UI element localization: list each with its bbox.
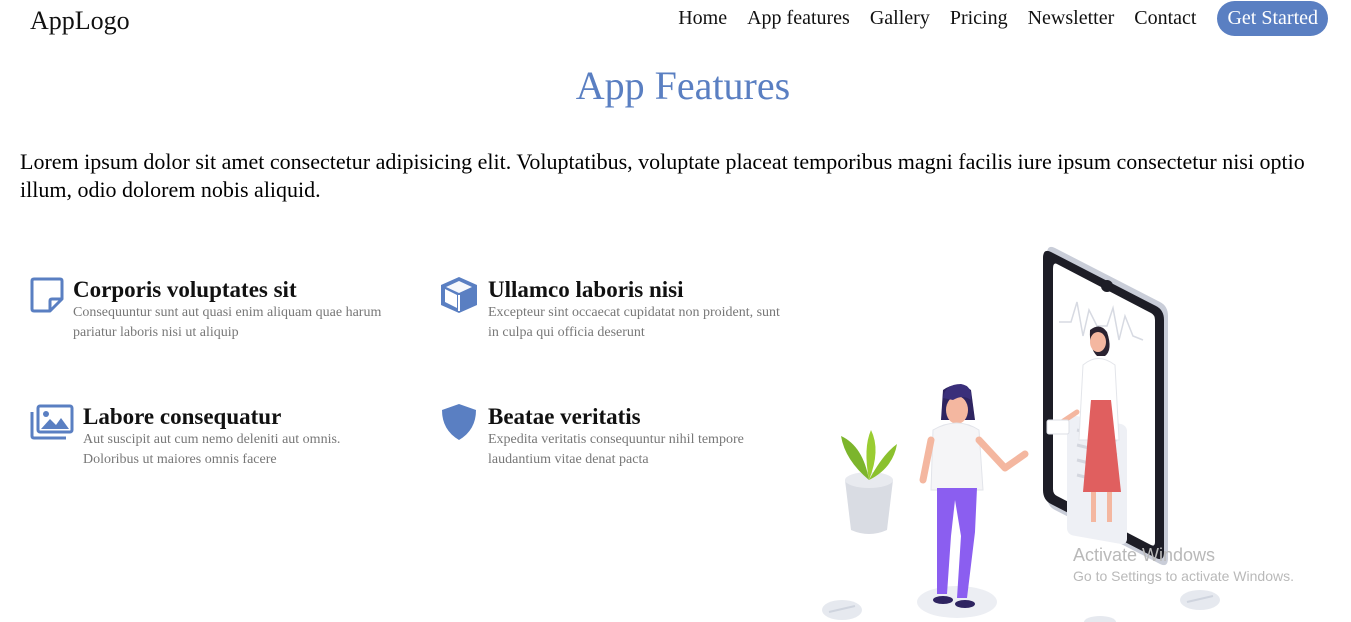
nav-app-features[interactable]: App features [747, 7, 850, 30]
feature-description: Consequuntur sunt aut quasi enim aliquam… [73, 305, 382, 340]
cube-icon [439, 275, 479, 320]
main-nav: Home App features Gallery Pricing Newsle… [678, 1, 1328, 36]
feature-title: Corporis voluptates sit [73, 277, 297, 302]
nav-contact[interactable]: Contact [1134, 7, 1196, 30]
header: AppLogo Home App features Gallery Pricin… [0, 0, 1351, 44]
nav-gallery[interactable]: Gallery [870, 7, 930, 30]
nav-newsletter[interactable]: Newsletter [1028, 7, 1115, 30]
phone-graphic [1043, 246, 1168, 566]
logo[interactable]: AppLogo [30, 6, 130, 36]
shield-icon [440, 402, 478, 447]
windows-activation-watermark: Activate Windows Go to Settings to activ… [1073, 545, 1294, 584]
get-started-button[interactable]: Get Started [1217, 1, 1328, 36]
feature-title: Beatae veritatis [488, 404, 641, 429]
nav-pricing[interactable]: Pricing [950, 7, 1008, 30]
images-icon [30, 404, 74, 445]
feature-title: Ullamco laboris nisi [488, 277, 684, 302]
watermark-title: Activate Windows [1073, 545, 1216, 565]
nav-home[interactable]: Home [678, 7, 727, 30]
plant-graphic [841, 430, 897, 534]
section-title: App Features [575, 63, 791, 108]
feature-description: Aut suscipit aut cum nemo deleniti aut o… [83, 432, 341, 467]
section-intro: Lorem ipsum dolor sit amet consectetur a… [20, 149, 1305, 202]
feature-description: Excepteur sint occaecat cupidatat non pr… [488, 305, 780, 340]
man-graphic [919, 384, 1029, 608]
page: AppLogo Home App features Gallery Pricin… [0, 0, 1351, 622]
feature-title: Labore consequatur [83, 404, 282, 429]
feature-description: Expedita veritatis consequuntur nihil te… [488, 432, 744, 467]
watermark-subtitle: Go to Settings to activate Windows. [1073, 568, 1294, 584]
sticky-note-icon [30, 277, 64, 318]
